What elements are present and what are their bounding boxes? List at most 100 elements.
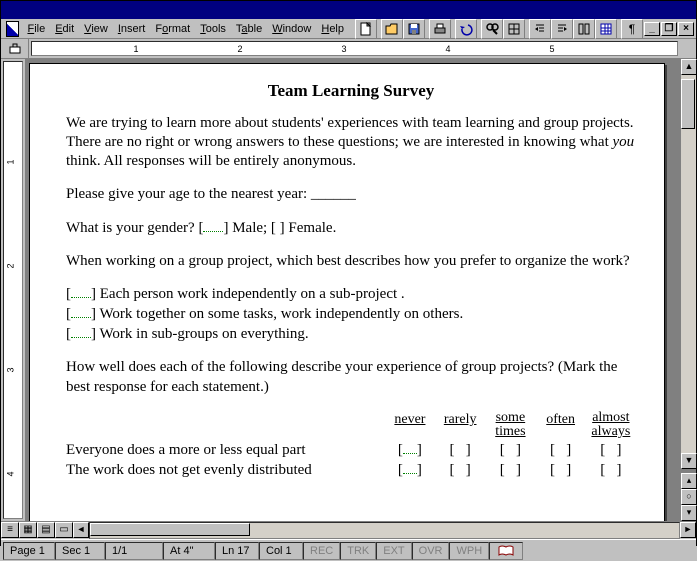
close-button[interactable]: × (678, 22, 694, 36)
menu-tools[interactable]: Tools (195, 21, 231, 37)
app-icon (6, 21, 19, 37)
menu-view[interactable]: View (79, 21, 113, 37)
checkbox: [ ] (536, 441, 586, 460)
col-rarely: rarely (435, 411, 485, 439)
view-buttons: ≡ ▦ ▤ ▭ (1, 522, 73, 539)
col-sometimes: sometimes (485, 411, 535, 439)
checkbox: [ ] (435, 441, 485, 460)
show-marks-button[interactable]: ¶ (621, 19, 643, 39)
scroll-right-button[interactable]: ► (680, 522, 696, 538)
status-book-icon[interactable] (489, 542, 523, 560)
rating-question: How well does each of the following desc… (66, 358, 636, 396)
page-view-button[interactable]: ▤ (37, 522, 55, 538)
next-page-button[interactable]: ▾ (681, 505, 697, 521)
scroll-thumb[interactable] (90, 523, 250, 536)
horizontal-scroll-row: ≡ ▦ ▤ ▭ ◄ ► (1, 521, 696, 539)
status-ext[interactable]: EXT (376, 542, 411, 560)
checkbox-blank (71, 285, 91, 298)
checkbox-blank (203, 219, 223, 232)
rating-row-2: The work does not get evenly distributed… (66, 461, 636, 480)
status-at: At 4" (163, 542, 215, 560)
document-viewport: Team Learning Survey We are trying to le… (25, 59, 680, 521)
checkbox: [ ] (485, 461, 535, 480)
ruler-vertical[interactable]: 1 2 3 4 (3, 61, 23, 519)
checkbox: [ ] (536, 461, 586, 480)
ruler-horizontal-row: 1 2 3 4 5 (1, 39, 696, 59)
text: ] Each person work independently on a su… (91, 286, 405, 302)
restore-button[interactable]: ❐ (661, 22, 677, 36)
document-page[interactable]: Team Learning Survey We are trying to le… (29, 63, 665, 521)
open-button[interactable] (381, 19, 403, 39)
normal-view-button[interactable]: ≡ (1, 522, 19, 538)
ruler-mark: 1 (133, 44, 138, 54)
text: We are trying to learn more about studen… (66, 115, 634, 150)
status-line: Ln 17 (215, 542, 259, 560)
ruler-mark: 1 (6, 159, 16, 164)
undo-button[interactable] (455, 19, 477, 39)
browse-object-button[interactable]: ○ (681, 489, 697, 505)
organize-question: When working on a group project, which b… (66, 252, 636, 271)
table-button[interactable] (595, 19, 617, 39)
ruler-mark: 5 (549, 44, 554, 54)
toolbar: ¶ (355, 19, 643, 39)
checkbox: [ ] (586, 461, 636, 480)
status-trk[interactable]: TRK (340, 542, 376, 560)
ruler-mark: 3 (6, 367, 16, 372)
menu-edit[interactable]: Edit (50, 21, 79, 37)
title-bar (1, 1, 696, 19)
text: ] Male; [ ] Female. (223, 220, 336, 236)
scroll-left-button[interactable]: ◄ (73, 522, 89, 538)
layout-view-button[interactable]: ▦ (19, 522, 37, 538)
prev-page-button[interactable]: ▴ (681, 473, 697, 489)
new-doc-button[interactable] (355, 19, 377, 39)
checkbox: [ ] (586, 441, 636, 460)
menu-help[interactable]: Help (316, 21, 349, 37)
ruler-corner (1, 39, 29, 58)
menu-insert[interactable]: Insert (113, 21, 151, 37)
save-button[interactable] (403, 19, 425, 39)
checkbox: [ ] (485, 441, 535, 460)
scroll-up-button[interactable]: ▲ (681, 59, 697, 75)
scroll-track[interactable] (89, 522, 680, 539)
horizontal-scrollbar[interactable]: ◄ ► (73, 522, 696, 539)
checkbox-blank (71, 325, 91, 338)
minimize-button[interactable]: _ (644, 22, 660, 36)
checkbox: [] (385, 441, 435, 460)
ruler-mark: 3 (341, 44, 346, 54)
menu-table[interactable]: Table (231, 21, 267, 37)
checkbox-blank (71, 305, 91, 318)
menu-file[interactable]: File (22, 21, 50, 37)
option-3: [] Work in sub-groups on everything. (66, 325, 636, 344)
find-button[interactable] (481, 19, 503, 39)
print-button[interactable] (429, 19, 451, 39)
indent-right-button[interactable] (551, 19, 573, 39)
status-wph[interactable]: WPH (449, 542, 489, 560)
option-2: [] Work together on some tasks, work ind… (66, 305, 636, 324)
text: think. All responses will be entirely an… (66, 153, 356, 169)
indent-left-button[interactable] (529, 19, 551, 39)
menu-format[interactable]: Format (150, 21, 195, 37)
status-section: Sec 1 (55, 542, 105, 560)
menu-window[interactable]: Window (267, 21, 316, 37)
status-ovr[interactable]: OVR (412, 542, 450, 560)
gender-question: What is your gender? [] Male; [ ] Female… (66, 219, 636, 238)
scroll-down-button[interactable]: ▼ (681, 453, 697, 469)
option-1: [] Each person work independently on a s… (66, 285, 636, 304)
col-always: almostalways (586, 411, 636, 439)
text: ] Work in sub-groups on everything. (91, 326, 309, 342)
border-button[interactable] (503, 19, 525, 39)
intro-paragraph: We are trying to learn more about studen… (66, 114, 636, 172)
columns-button[interactable] (573, 19, 595, 39)
col-often: often (536, 411, 586, 439)
vertical-scrollbar[interactable]: ▲ ▼ ▴ ○ ▾ (680, 59, 696, 521)
text: ] Work together on some tasks, work inde… (91, 306, 463, 322)
organize-options: [] Each person work independently on a s… (66, 285, 636, 345)
status-col: Col 1 (259, 542, 303, 560)
scroll-thumb[interactable] (681, 79, 695, 129)
window-controls: _ ❐ × (643, 22, 694, 36)
age-question: Please give your age to the nearest year… (66, 185, 636, 204)
outline-view-button[interactable]: ▭ (55, 522, 73, 538)
status-rec[interactable]: REC (303, 542, 340, 560)
scroll-track[interactable] (681, 75, 696, 453)
ruler-horizontal[interactable]: 1 2 3 4 5 (31, 41, 678, 56)
